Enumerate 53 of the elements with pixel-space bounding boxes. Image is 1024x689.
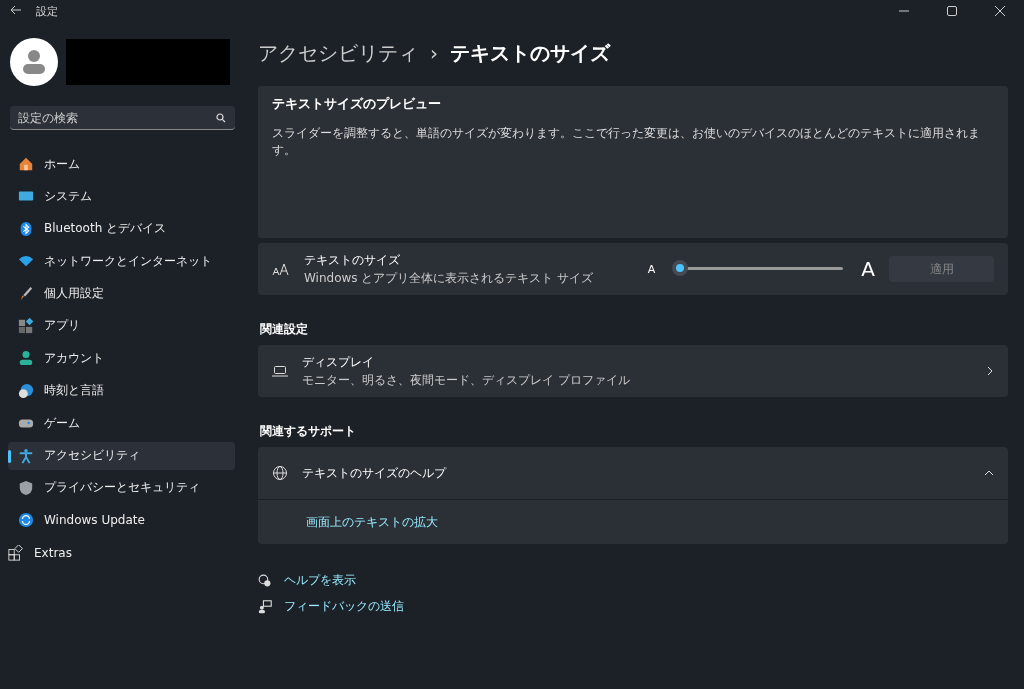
sidebar-item[interactable]: ネットワークとインターネット (8, 247, 235, 276)
sidebar-item[interactable]: アプリ (8, 311, 235, 340)
preview-title: テキストサイズのプレビュー (272, 96, 442, 113)
slider-thumb[interactable] (672, 260, 689, 276)
section-heading: 関連するサポート (260, 423, 357, 440)
small-a-label: A (647, 262, 656, 276)
text-size-icon (272, 262, 290, 276)
chevron-icon (984, 469, 994, 477)
expander-title: テキストのサイズのヘルプ (302, 464, 448, 482)
search-field[interactable]: 設定の検索 (10, 106, 235, 130)
preview-text: スライダーを調整すると、単語のサイズが変わります。ここで行った変更は、お使いのデバイスのほとんどのテキストに適用されます。 (272, 125, 981, 159)
setting-title: テキストのサイズ (304, 251, 401, 269)
help-expander[interactable]: テキストのサイズのヘルプ (258, 447, 1008, 499)
sidebar-item[interactable]: 時刻と言語 (8, 376, 235, 405)
footer-link[interactable]: ヘルプを表示 (284, 572, 356, 589)
sidebar-item[interactable]: プライバシーとセキュリティ (8, 473, 235, 502)
bluetooth-icon (18, 220, 34, 237)
footer-link[interactable]: フィードバックの送信 (284, 598, 404, 615)
laptop-icon (272, 365, 288, 377)
sidebar-item[interactable]: Extras (8, 538, 235, 567)
setting-description: モニター、明るさ、夜間モード、ディスプレイ プロファイル (302, 371, 631, 389)
sidebar-item[interactable]: アクセシビリティ (8, 441, 235, 470)
maximize-icon[interactable] (947, 6, 957, 16)
globe-icon (272, 465, 288, 481)
sidebar-item[interactable]: ゲーム (8, 409, 235, 438)
grid-icon (8, 544, 24, 561)
apps-icon (18, 317, 34, 334)
page-title: テキストのサイズ (450, 39, 610, 67)
sidebar-item[interactable]: Bluetooth とデバイス (8, 214, 235, 243)
brush-icon (18, 285, 34, 302)
settings-link-card[interactable]: ディスプレイ モニター、明るさ、夜間モード、ディスプレイ プロファイル (258, 345, 1008, 397)
sidebar-item[interactable]: Windows Update (8, 506, 235, 535)
setting-title: ディスプレイ (302, 353, 375, 371)
search-icon (216, 113, 226, 123)
window-title: 設定 (36, 3, 58, 19)
feedback-icon (258, 599, 272, 614)
help-link[interactable]: 画面上のテキストの拡大 (306, 513, 438, 531)
shield-icon (18, 479, 34, 496)
section-heading: 関連設定 (260, 321, 309, 338)
setting-description: Windows とアプリ全体に表示されるテキスト サイズ (304, 269, 595, 287)
house-icon (18, 156, 34, 172)
sidebar-item[interactable]: 個人用設定 (8, 279, 235, 308)
avatar[interactable] (10, 38, 58, 86)
accessibility-icon (18, 447, 34, 464)
person-icon (18, 350, 34, 367)
sync-icon (18, 512, 34, 529)
sidebar-item[interactable]: システム (8, 182, 235, 211)
breadcrumb-separator: › (430, 41, 438, 65)
sidebar-item[interactable]: アカウント (8, 344, 235, 373)
large-a-label: A (861, 257, 875, 281)
sidebar-item[interactable]: ホーム (8, 150, 235, 178)
close-icon[interactable] (995, 6, 1005, 16)
breadcrumb-link[interactable]: アクセシビリティ (258, 39, 418, 67)
